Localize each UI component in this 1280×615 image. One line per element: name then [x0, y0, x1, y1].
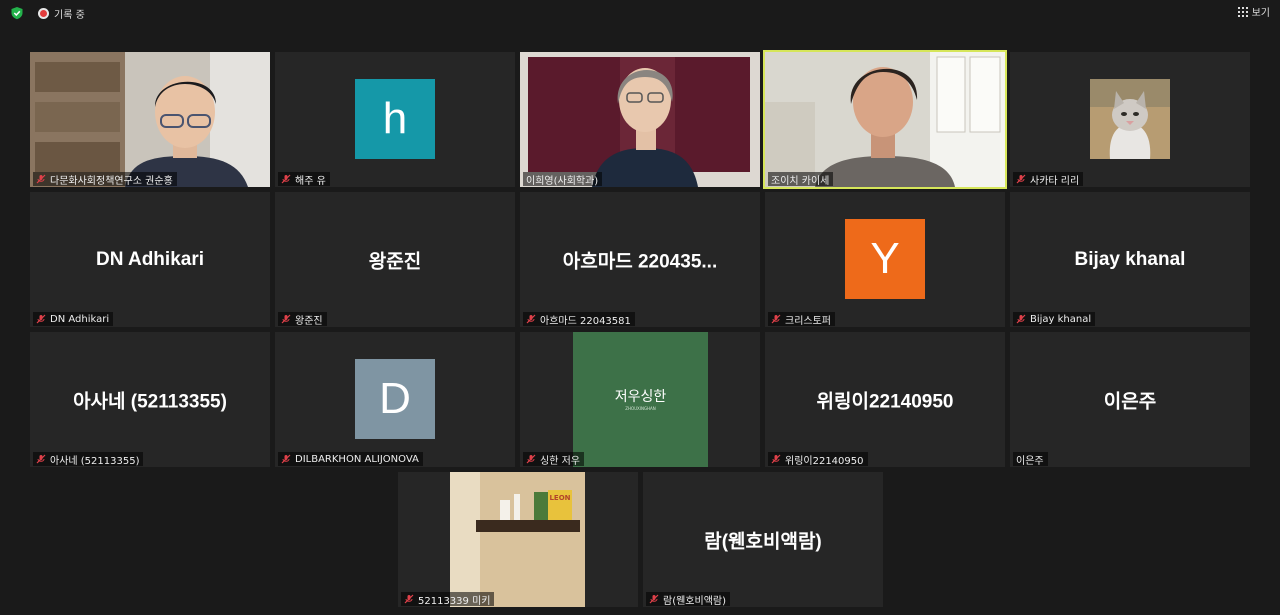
participant-nameplate: 아사네 (52113355) — [33, 452, 144, 467]
participant-name: 싱한 저우 — [540, 455, 580, 467]
participant-video — [520, 52, 760, 187]
participant-avatar: D — [355, 359, 435, 439]
participant-name: DN Adhikari — [50, 313, 110, 325]
participant-tile[interactable]: 다문화사회정책연구소 권순홍 — [30, 52, 270, 187]
participant-name: DILBARKHON ALIJONOVA — [295, 453, 419, 465]
participant-video — [765, 52, 1005, 187]
muted-mic-icon — [36, 174, 46, 184]
cat-profile-picture — [1090, 79, 1170, 159]
participant-tile-active-speaker[interactable]: 조이치 카이세 — [763, 50, 1007, 189]
muted-mic-icon — [281, 314, 291, 324]
participant-display-name: 위링이22140950 — [816, 391, 954, 412]
participant-tile[interactable]: 사카타 리리 — [1010, 52, 1250, 187]
participant-profile-card: 저우싱한 ZHOUXINGHAN — [573, 332, 708, 467]
participant-name: Bijay khanal — [1030, 313, 1092, 325]
participant-name: 이희영(사회학과) — [526, 175, 599, 187]
participant-tile[interactable]: Y 크리스토퍼 — [765, 192, 1005, 327]
recording-indicator[interactable]: 기록 중 — [38, 6, 85, 21]
participant-name: 람(웬호비액람) — [663, 595, 727, 607]
participant-name: 왕준진 — [295, 315, 323, 327]
participant-display-name: 아흐마드 220435... — [562, 251, 718, 272]
participant-tile[interactable]: 람(웬호비액람) 람(웬호비액람) — [643, 472, 883, 607]
participant-nameplate: 싱한 저우 — [523, 452, 584, 467]
participant-name: 위링이22140950 — [785, 455, 864, 467]
participant-nameplate: 사카타 리리 — [1013, 172, 1084, 187]
security-shield-icon[interactable] — [10, 6, 24, 20]
muted-mic-icon — [526, 454, 536, 464]
participant-tile[interactable]: 이희영(사회학과) — [520, 52, 760, 187]
participant-tile[interactable]: LEON 52113339 미키 — [398, 472, 638, 607]
participant-nameplate: 이은주 — [1013, 452, 1048, 467]
participant-tile[interactable]: 왕준진 왕준진 — [275, 192, 515, 327]
participant-nameplate: 람(웬호비액람) — [646, 592, 731, 607]
participant-name: 크리스토퍼 — [785, 315, 831, 327]
participant-tile[interactable]: DN Adhikari DN Adhikari — [30, 192, 270, 327]
muted-mic-icon — [281, 454, 291, 464]
participant-name: 아흐마드 22043581 — [540, 315, 631, 327]
muted-mic-icon — [1016, 174, 1026, 184]
participant-avatar: Y — [845, 219, 925, 299]
muted-mic-icon — [526, 314, 536, 324]
participant-nameplate: 크리스토퍼 — [768, 312, 835, 327]
participant-tile[interactable]: 아사네 (52113355) 아사네 (52113355) — [30, 332, 270, 467]
participant-name: 해주 유 — [295, 175, 326, 187]
svg-text:LEON: LEON — [549, 494, 570, 502]
participant-nameplate: DILBARKHON ALIJONOVA — [278, 452, 423, 466]
participant-nameplate: 해주 유 — [278, 172, 330, 187]
participant-nameplate: Bijay khanal — [1013, 312, 1096, 326]
participant-tile[interactable]: 이은주 이은주 — [1010, 332, 1250, 467]
participant-name: 사카타 리리 — [1030, 175, 1080, 187]
view-label: 보기 — [1251, 8, 1270, 19]
participant-name: 조이치 카이세 — [771, 175, 830, 187]
participant-tile[interactable]: 위링이22140950 위링이22140950 — [765, 332, 1005, 467]
muted-mic-icon — [649, 594, 659, 604]
participant-tile[interactable]: D DILBARKHON ALIJONOVA — [275, 332, 515, 467]
participant-tile[interactable]: Bijay khanal Bijay khanal — [1010, 192, 1250, 327]
muted-mic-icon — [1016, 314, 1026, 324]
recording-label: 기록 중 — [54, 10, 85, 21]
participant-tile[interactable]: h 해주 유 — [275, 52, 515, 187]
participant-display-name: Bijay khanal — [1074, 248, 1186, 270]
participant-video: LEON — [450, 472, 585, 607]
participant-tile[interactable]: 아흐마드 220435... 아흐마드 22043581 — [520, 192, 760, 327]
profile-card-subtitle: ZHOUXINGHAN — [625, 406, 656, 411]
participant-nameplate: 아흐마드 22043581 — [523, 312, 635, 327]
participant-video — [30, 52, 270, 187]
participant-name: 52113339 미키 — [418, 595, 491, 607]
participant-nameplate: 이희영(사회학과) — [523, 172, 603, 187]
view-button[interactable]: 보기 — [1237, 4, 1270, 19]
participant-display-name: 왕준진 — [368, 251, 422, 272]
participant-tile[interactable]: 저우싱한 ZHOUXINGHAN 싱한 저우 — [520, 332, 760, 467]
grid-view-icon — [1237, 6, 1248, 17]
record-icon — [38, 8, 49, 19]
muted-mic-icon — [36, 314, 46, 324]
participant-name: 아사네 (52113355) — [50, 455, 140, 467]
participant-nameplate: DN Adhikari — [33, 312, 114, 326]
participant-display-name: 아사네 (52113355) — [73, 391, 227, 412]
muted-mic-icon — [404, 594, 414, 604]
participant-display-name: 람(웬호비액람) — [704, 531, 822, 552]
participant-name: 이은주 — [1016, 455, 1044, 467]
participant-name: 다문화사회정책연구소 권순홍 — [50, 175, 173, 187]
participant-nameplate: 다문화사회정책연구소 권순홍 — [33, 172, 177, 187]
participant-nameplate: 52113339 미키 — [401, 592, 495, 607]
muted-mic-icon — [36, 454, 46, 464]
participant-display-name: 이은주 — [1103, 391, 1157, 412]
participant-avatar: h — [355, 79, 435, 159]
participant-nameplate: 조이치 카이세 — [768, 172, 834, 187]
participant-nameplate: 왕준진 — [278, 312, 327, 327]
participant-nameplate: 위링이22140950 — [768, 452, 868, 467]
muted-mic-icon — [281, 174, 291, 184]
profile-card-title: 저우싱한 — [614, 389, 667, 405]
muted-mic-icon — [771, 314, 781, 324]
participant-display-name: DN Adhikari — [95, 248, 205, 270]
meeting-top-bar: 기록 중 보기 — [0, 0, 1280, 24]
muted-mic-icon — [771, 454, 781, 464]
